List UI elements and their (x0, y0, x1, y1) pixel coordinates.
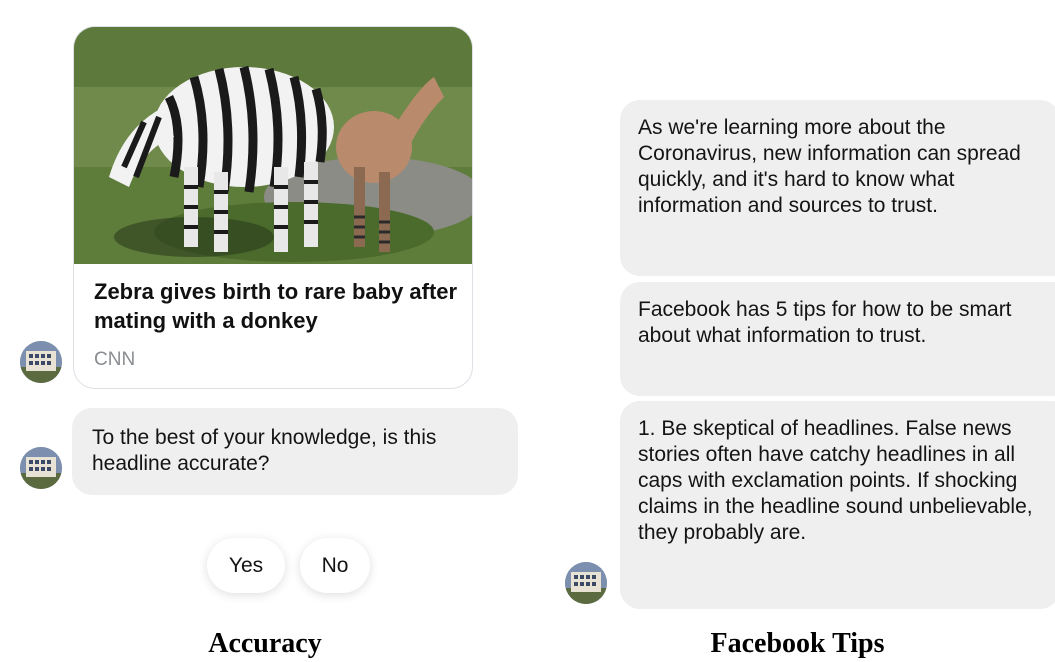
bot-avatar (565, 562, 607, 604)
tips-panel: As we're learning more about the Coronav… (540, 0, 1055, 662)
no-quick-reply-button[interactable]: No (300, 538, 370, 593)
question-message: To the best of your knowledge, is this h… (72, 408, 518, 495)
tip-message: Facebook has 5 tips for how to be smart … (620, 282, 1055, 396)
building-avatar-icon (20, 341, 62, 383)
building-avatar-icon (20, 447, 62, 489)
tip-message: As we're learning more about the Coronav… (620, 100, 1055, 276)
bot-avatar (20, 447, 62, 489)
link-source: CNN (94, 349, 136, 370)
facebook-tips-caption: Facebook Tips (710, 628, 885, 659)
link-card[interactable]: Zebra gives birth to rare baby after mat… (73, 26, 473, 389)
tip-message: 1. Be skeptical of headlines. False news… (620, 401, 1055, 609)
link-headline[interactable]: Zebra gives birth to rare baby after mat… (94, 277, 464, 335)
bot-avatar (20, 341, 62, 383)
yes-quick-reply-button[interactable]: Yes (207, 538, 285, 593)
accuracy-panel: Zebra gives birth to rare baby after mat… (0, 0, 530, 662)
zebra-donkey-photo (74, 27, 472, 264)
building-avatar-icon (565, 562, 607, 604)
accuracy-caption: Accuracy (208, 628, 322, 659)
